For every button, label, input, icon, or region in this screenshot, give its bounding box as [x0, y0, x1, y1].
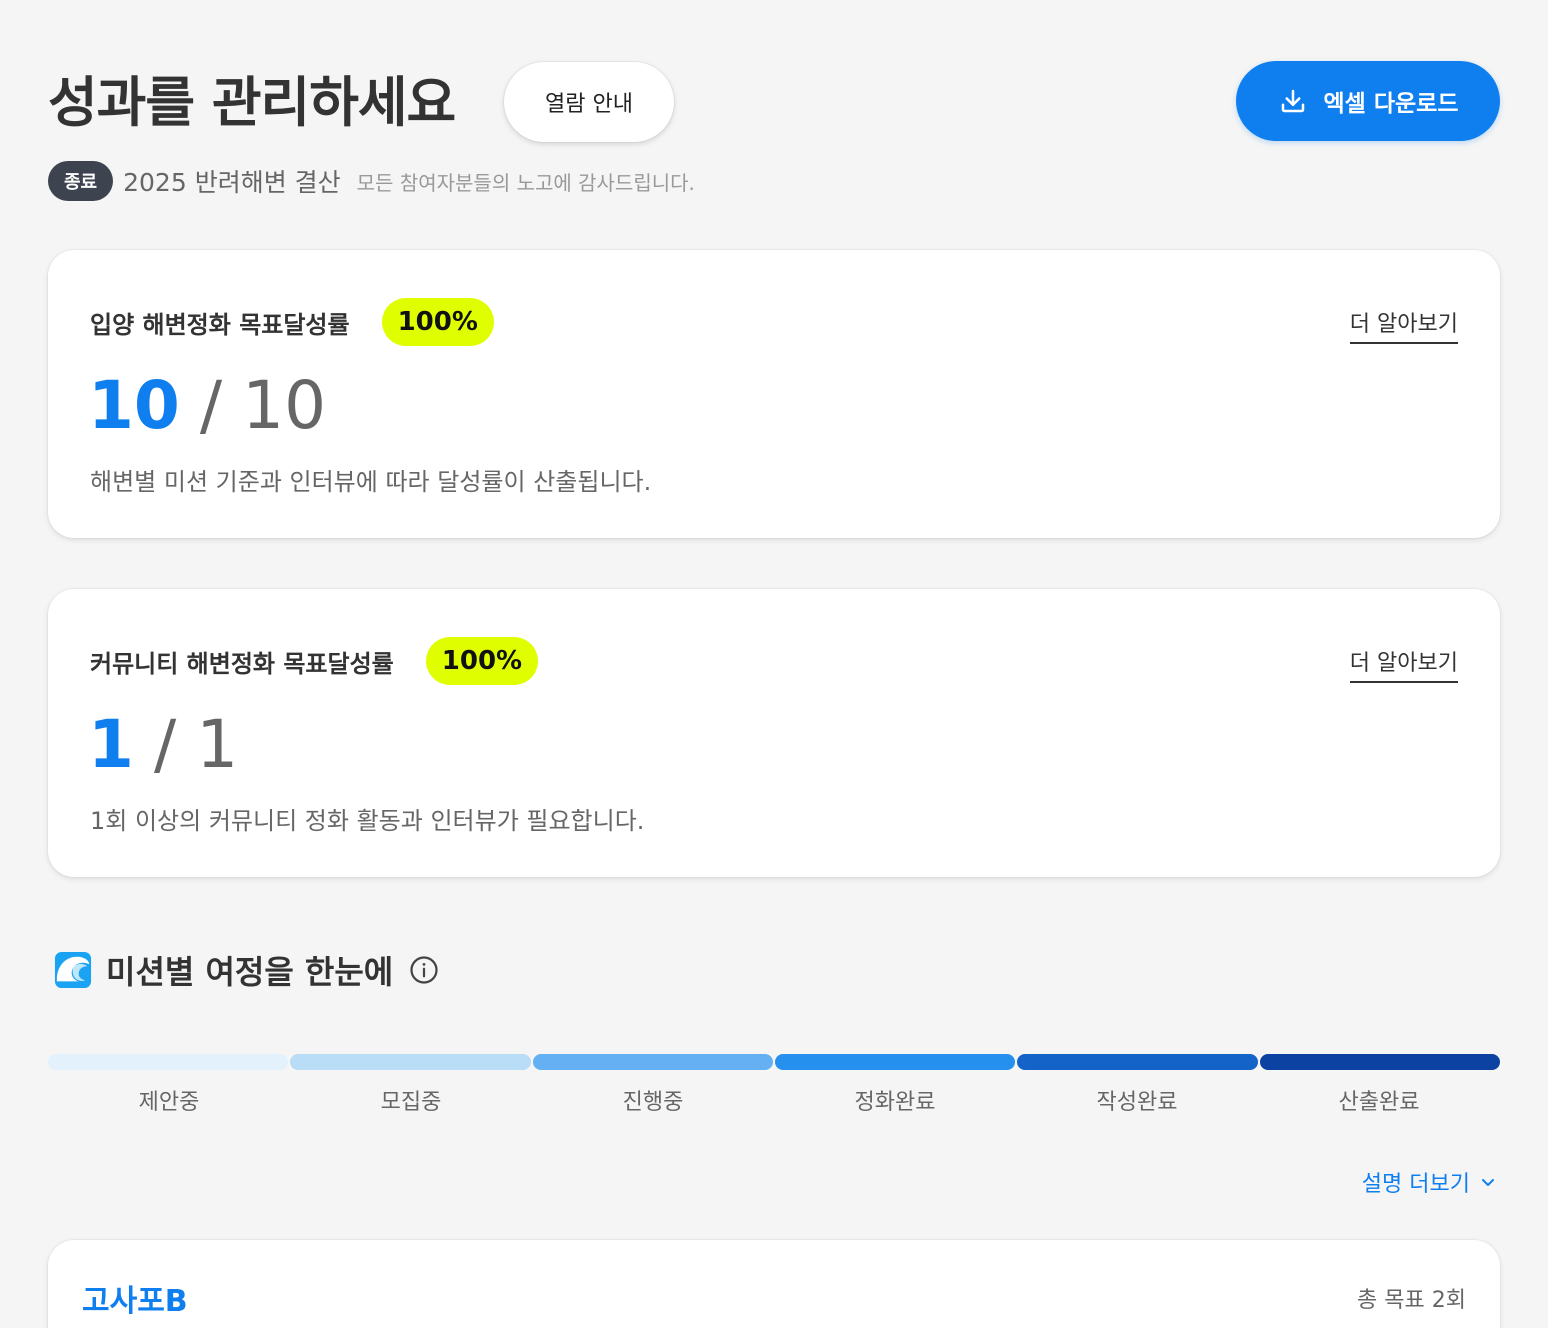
journey-progress-bar — [48, 1054, 1500, 1070]
score: 10 / 10 — [88, 366, 327, 444]
beach-name[interactable]: 고사포B — [82, 1276, 188, 1320]
score: 1 / 1 — [88, 705, 239, 783]
stage-label: 모집중 — [380, 1090, 442, 1115]
progress-segment — [48, 1054, 289, 1070]
learn-more-link[interactable]: 더 알아보기 — [1349, 306, 1458, 344]
progress-segment — [1259, 1054, 1500, 1070]
stage-label: 진행중 — [622, 1090, 684, 1115]
progress-segment — [1017, 1054, 1258, 1070]
community-rate-card: 커뮤니티 해변정화 목표달성률 100% 더 알아보기 1 / 1 1회 이상의… — [48, 589, 1500, 877]
card-description: 1회 이상의 커뮤니티 정화 활동과 인터뷰가 필요합니다. — [90, 807, 645, 835]
card-title: 입양 해변정화 목표달성률 — [90, 310, 350, 339]
card-header: 커뮤니티 해변정화 목표달성률 100% — [90, 637, 539, 685]
stage-label: 정화완료 — [854, 1090, 936, 1115]
info-icon[interactable] — [409, 955, 439, 985]
page-header: 성과를 관리하세요 열람 안내 엑셀 다운로드 — [48, 60, 1500, 142]
adoption-rate-card: 입양 해변정화 목표달성률 100% 더 알아보기 10 / 10 해변별 미션… — [48, 250, 1500, 538]
page-title: 성과를 관리하세요 — [48, 71, 456, 134]
view-guide-button[interactable]: 열람 안내 — [504, 62, 674, 142]
status-badge: 종료 — [48, 161, 114, 201]
score-separator: / — [153, 705, 177, 783]
beach-card[interactable]: 고사포B 총 목표 2회 — [48, 1240, 1500, 1328]
journey-header: 미션별 여정을 한눈에 — [54, 948, 439, 992]
card-title: 커뮤니티 해변정화 목표달성률 — [90, 649, 394, 678]
card-description: 해변별 미션 기준과 인터뷰에 따라 달성률이 산출됩니다. — [90, 468, 652, 496]
stage-label: 제안중 — [138, 1090, 200, 1115]
event-name: 2025 반려해변 결산 — [123, 168, 341, 197]
stage-label: 작성완료 — [1096, 1090, 1178, 1115]
chevron-down-icon — [1482, 1179, 1494, 1186]
stage-label: 산출완료 — [1338, 1090, 1420, 1115]
more-description-label: 설명 더보기 — [1361, 1172, 1470, 1197]
journey-title: 미션별 여정을 한눈에 — [106, 953, 394, 991]
download-icon — [1281, 89, 1304, 113]
progress-segment — [774, 1054, 1016, 1070]
excel-download-button[interactable]: 엑셀 다운로드 — [1236, 61, 1500, 141]
score-total: 10 — [242, 366, 327, 444]
card-header: 입양 해변정화 목표달성률 100% — [90, 298, 494, 346]
score-achieved: 10 — [88, 366, 180, 444]
journey-stage-labels: 제안중 모집중 진행중 정화완료 작성완료 산출완료 — [48, 1084, 1500, 1116]
score-achieved: 1 — [88, 705, 134, 783]
score-total: 1 — [196, 705, 239, 783]
learn-more-link[interactable]: 더 알아보기 — [1349, 645, 1458, 683]
excel-download-label: 엑셀 다운로드 — [1323, 91, 1459, 117]
thanks-message: 모든 참여자분들의 노고에 감사드립니다. — [356, 170, 695, 195]
percent-badge: 100% — [381, 298, 494, 346]
event-info: 종료 2025 반려해변 결산 모든 참여자분들의 노고에 감사드립니다. — [48, 160, 695, 202]
percent-badge: 100% — [425, 637, 539, 685]
beach-goal: 총 목표 2회 — [1357, 1288, 1466, 1313]
page: 성과를 관리하세요 열람 안내 엑셀 다운로드 종료 2025 반려해변 결산 … — [0, 0, 1548, 1328]
wave-icon — [54, 951, 92, 989]
progress-segment — [290, 1054, 531, 1070]
more-description-button[interactable]: 설명 더보기 — [1362, 1166, 1496, 1198]
score-separator: / — [199, 366, 223, 444]
progress-segment — [532, 1054, 773, 1070]
